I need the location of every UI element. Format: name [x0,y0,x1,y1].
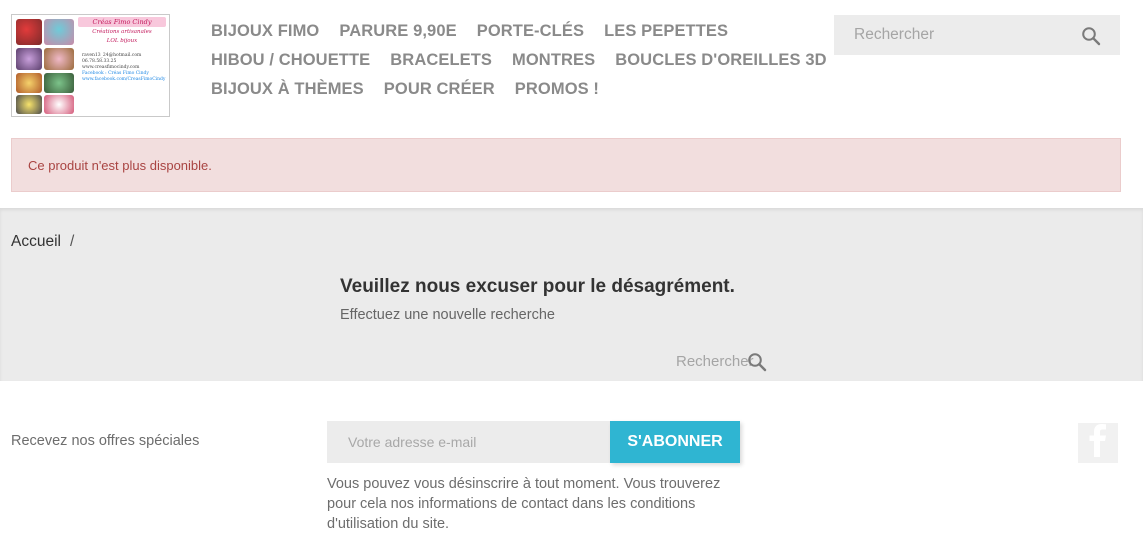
logo-photo [16,48,42,70]
menu-item-bijoux-fimo[interactable]: BIJOUX FIMO [211,22,319,41]
menu-item-bijoux-themes[interactable]: BIJOUX À THÈMES [211,80,364,99]
breadcrumb-home-link[interactable]: Accueil [11,233,61,251]
search-icon[interactable] [747,352,767,372]
logo-subtitle: LOL bijoux [106,38,138,44]
alert-message: Ce produit n'est plus disponible. [28,157,212,173]
menu-item-pour-creer[interactable]: POUR CRÉER [384,80,495,99]
breadcrumb: Accueil / [11,233,74,251]
page-title: Veuillez nous excuser pour le désagrémen… [340,276,735,297]
header: Créas Fimo Cindy Créations artisanales L… [0,0,1143,130]
logo-photo [44,19,74,45]
newsletter-email-input[interactable] [327,421,610,463]
facebook-icon [1078,419,1118,463]
logo-contact-line: www.facebook.com/CreasFimoCindy [82,77,166,82]
menu-item-parure[interactable]: PARURE 9,90E [339,22,456,41]
menu-item-porte-cles[interactable]: PORTE-CLÉS [477,22,584,41]
logo-photo [16,73,42,93]
logo-photo [44,95,74,114]
logo-contact: raven13_24@hotmail.com 06.78.58.33.25 ww… [78,53,166,83]
store-logo[interactable]: Créas Fimo Cindy Créations artisanales L… [11,14,170,117]
newsletter-disclaimer: Vous pouvez vous désinscrire à tout mome… [327,476,721,532]
main-menu: BIJOUX FIMO PARURE 9,90E PORTE-CLÉS LES … [211,17,827,104]
logo-photo [44,48,74,70]
menu-item-bracelets[interactable]: BRACELETS [390,51,492,70]
subscribe-button[interactable]: S'ABONNER [610,421,740,463]
search-icon[interactable] [1081,26,1101,46]
menu-row: BIJOUX FIMO PARURE 9,90E PORTE-CLÉS LES … [211,17,811,46]
facebook-link[interactable] [1078,423,1118,463]
logo-subtitle: Créations artisanales [92,29,152,35]
menu-item-promos[interactable]: PROMOS ! [515,80,599,99]
page-search [676,350,771,374]
menu-row: BIJOUX À THÈMES POUR CRÉER PROMOS ! [211,75,811,104]
logo-photo [44,73,74,93]
page-subtitle: Effectuez une nouvelle recherche [340,307,555,323]
menu-item-boucles-oreilles-3d[interactable]: BOUCLES D'OREILLES 3D [615,51,826,70]
logo-photo [16,95,42,114]
header-search-input[interactable] [834,15,1074,55]
logo-photo [16,19,42,45]
page-not-found-section: Accueil / Veuillez nous excuser pour le … [0,208,1143,381]
menu-row: HIBOU / CHOUETTE BRACELETS MONTRES BOUCL… [211,46,827,75]
product-unavailable-alert: Ce produit n'est plus disponible. [11,138,1121,192]
breadcrumb-separator: / [69,233,75,250]
menu-item-hibou-chouette[interactable]: HIBOU / CHOUETTE [211,51,370,70]
newsletter-label: Recevez nos offres spéciales [11,433,200,449]
logo-brand: Créas Fimo Cindy [78,17,166,27]
menu-item-montres[interactable]: MONTRES [512,51,595,70]
header-search [834,15,1120,55]
logo-text: Créas Fimo Cindy Créations artisanales L… [78,17,166,115]
menu-item-les-pepettes[interactable]: LES PEPETTES [604,22,728,41]
